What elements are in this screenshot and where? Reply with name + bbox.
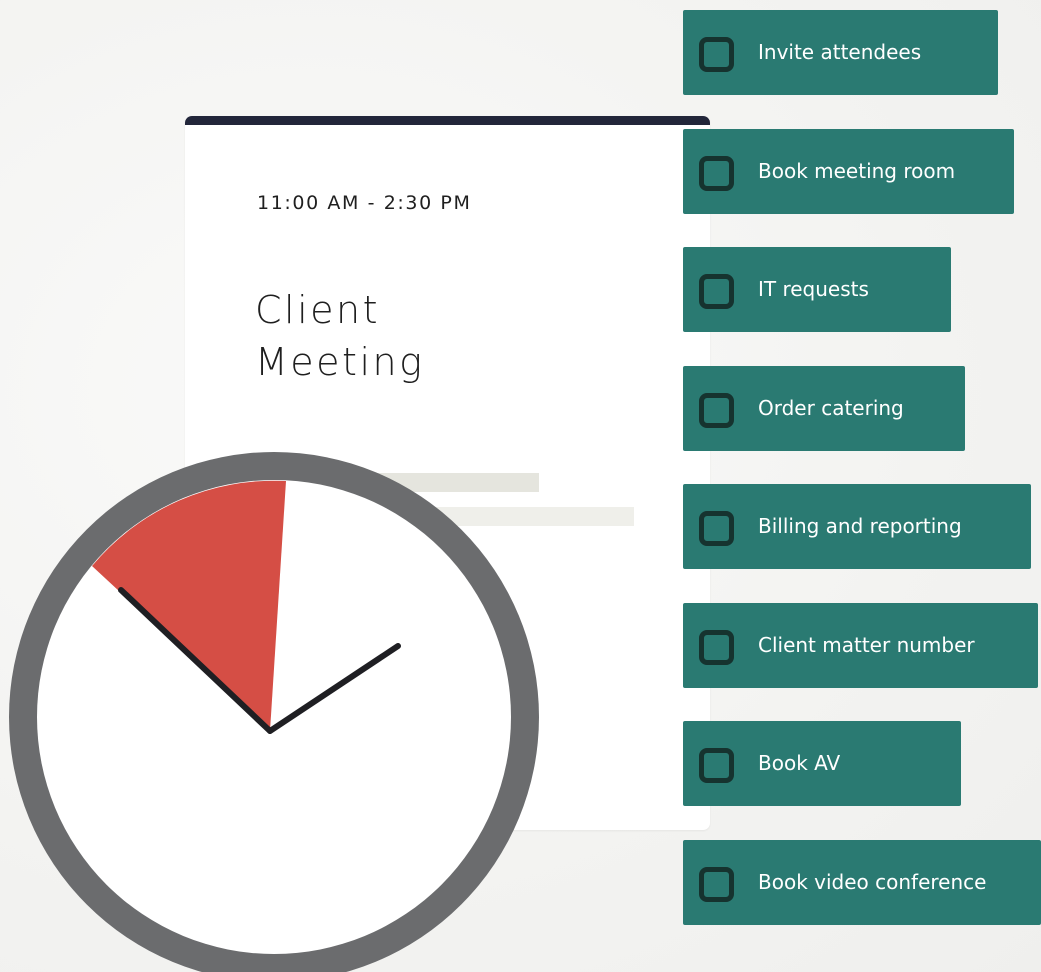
task-label: Invite attendees xyxy=(758,40,922,64)
task-invite-attendees[interactable]: Invite attendees xyxy=(683,10,998,95)
checkbox[interactable] xyxy=(699,867,734,902)
task-it-requests[interactable]: IT requests xyxy=(683,247,951,332)
task-label: Billing and reporting xyxy=(758,514,962,538)
task-order-catering[interactable]: Order catering xyxy=(683,366,965,451)
task-book-meeting-room[interactable]: Book meeting room xyxy=(683,129,1014,214)
checkbox[interactable] xyxy=(699,511,734,546)
checkbox[interactable] xyxy=(699,393,734,428)
checkbox[interactable] xyxy=(699,748,734,783)
task-book-video-conference[interactable]: Book video conference xyxy=(683,840,1041,925)
task-label: Order catering xyxy=(758,396,904,420)
task-client-matter-number[interactable]: Client matter number xyxy=(683,603,1038,688)
task-book-av[interactable]: Book AV xyxy=(683,721,961,806)
checkbox[interactable] xyxy=(699,630,734,665)
task-label: Book video conference xyxy=(758,870,987,894)
task-label: IT requests xyxy=(758,277,869,301)
task-label: Book meeting room xyxy=(758,159,956,183)
task-label: Book AV xyxy=(758,751,841,775)
checkbox[interactable] xyxy=(699,274,734,309)
task-billing-and-reporting[interactable]: Billing and reporting xyxy=(683,484,1031,569)
checkbox[interactable] xyxy=(699,37,734,72)
checkbox[interactable] xyxy=(699,156,734,191)
task-label: Client matter number xyxy=(758,633,975,657)
